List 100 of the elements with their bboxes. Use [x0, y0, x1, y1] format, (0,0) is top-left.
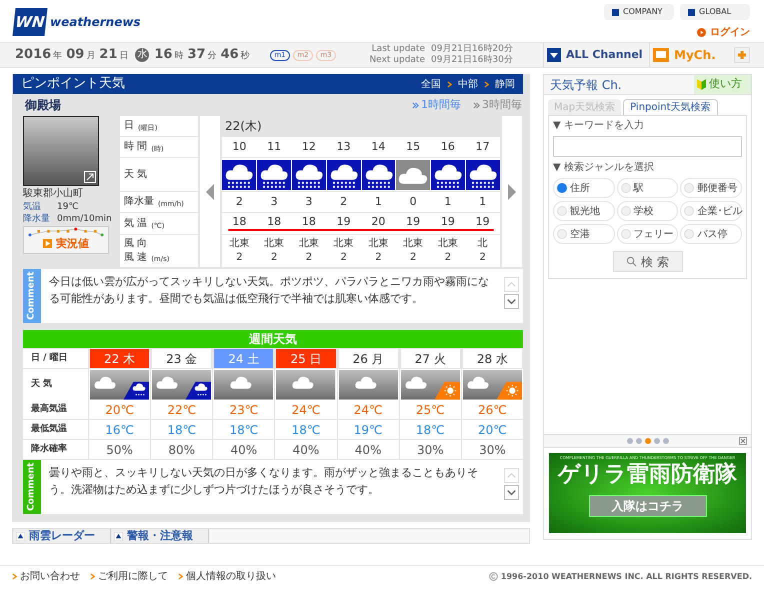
previous-arrow-icon[interactable] — [206, 184, 214, 200]
banner-title: ゲリラ雷雨防衛隊 — [558, 461, 737, 489]
reading-label: 気温 — [23, 202, 42, 212]
cloud-and-sun-icon — [400, 370, 460, 400]
triangle-icon — [16, 532, 25, 540]
low-temperature: 18℃ — [400, 420, 461, 439]
scroll-down-icon[interactable] — [504, 294, 519, 309]
chevron-icon — [12, 573, 17, 580]
clock-number: 37 — [187, 46, 206, 64]
hour-text: 17 — [474, 138, 491, 155]
genre-radio[interactable]: 観光地 — [553, 201, 615, 221]
scroll-down-icon[interactable] — [504, 485, 519, 500]
precipitation-text: 1 — [374, 194, 383, 210]
low-temperature: 20℃ — [462, 420, 523, 439]
header-link[interactable]: COMPANY — [604, 4, 674, 20]
row-label-text: 気 温 — [124, 216, 148, 230]
rain-chance: 40% — [275, 440, 337, 459]
low-temperature: 19℃ — [338, 420, 399, 439]
temperature-text: 18 — [300, 214, 317, 229]
clock-unit: 分 — [208, 50, 217, 64]
hour-text: 12 — [300, 138, 317, 155]
close-icon[interactable] — [739, 437, 747, 445]
row-label-text: 風 速 — [124, 251, 148, 265]
wind-direction: 北東 — [402, 237, 424, 251]
keyword-input[interactable] — [553, 136, 742, 157]
update-label: Next update — [368, 55, 425, 66]
hour-text: 15 — [405, 138, 422, 155]
temperature-text: 19 — [405, 214, 422, 229]
cloud-icon — [276, 370, 336, 400]
header-link[interactable]: GLOBAL — [680, 4, 750, 20]
high-temperature: 20℃ — [89, 400, 150, 419]
logo-mark: WN — [12, 8, 48, 36]
wind-direction: 北東 — [332, 237, 355, 251]
genre-label: ▼ 検索ジャンルを選択 — [553, 160, 655, 175]
double-chevron-icon — [473, 102, 480, 108]
all-channel-button[interactable]: ALL Channel — [543, 43, 649, 67]
precipitation-text: 3 — [270, 194, 279, 210]
hour-text: 16 — [440, 138, 456, 155]
breadcrumb-link[interactable]: 中部 — [458, 76, 478, 92]
triangle-icon — [114, 532, 123, 540]
footer-link[interactable]: お問い合わせ — [12, 569, 80, 584]
row-label-text: 降水量 — [124, 195, 154, 209]
genre-radio[interactable]: 空港 — [553, 224, 615, 244]
bottom-tab[interactable]: 警報・注意報 — [111, 529, 209, 543]
reading-value: 19℃ — [57, 202, 79, 212]
wind-speed: 2 — [478, 251, 487, 265]
footer-link[interactable]: ご利用に際して — [90, 569, 168, 584]
wind-direction: 北 — [476, 237, 489, 251]
help-link[interactable]: 使い方 — [694, 75, 751, 94]
genre-radio[interactable]: バス停 — [680, 224, 742, 244]
keyword-label: ▼ キーワードを入力 — [553, 118, 645, 133]
low-temperature: 18℃ — [275, 420, 337, 439]
breadcrumb-link[interactable]: 全国 — [421, 76, 441, 92]
search-tab[interactable]: Pinpoint天気検索 — [623, 99, 718, 115]
temperature-text: 20 — [370, 214, 386, 229]
row-label: 最高気温 — [23, 400, 88, 419]
double-chevron-icon — [412, 102, 419, 108]
cloud-icon — [214, 370, 274, 400]
hour-text: 13 — [336, 138, 352, 155]
genre-radio[interactable]: フェリー — [616, 224, 678, 244]
day-header: 27 火 — [400, 349, 460, 368]
high-temperature: 24℃ — [275, 400, 337, 419]
genre-radio[interactable]: 駅 — [616, 178, 678, 198]
bottom-tab[interactable]: 雨雲レーダー — [13, 529, 111, 543]
breadcrumb-link[interactable]: 静岡 — [495, 76, 515, 92]
precipitation-text: 1 — [443, 194, 452, 210]
high-temperature: 25℃ — [400, 400, 461, 419]
expand-icon[interactable] — [84, 171, 96, 183]
temperature-text: 19 — [336, 214, 352, 229]
wind-speed: 2 — [304, 251, 314, 265]
chevron-icon — [447, 80, 452, 88]
genre-radio[interactable]: 学校 — [616, 201, 678, 221]
genre-radio[interactable]: 企業･ビル — [680, 201, 742, 221]
copyright-text: 1996-2010 WEATHERNEWS INC. ALL RIGHTS RESERVED. — [500, 570, 752, 582]
precipitation-text: 2 — [339, 194, 348, 210]
temperature-text: 19 — [474, 214, 491, 229]
clock-unit: 秒 — [240, 50, 250, 64]
footer-link[interactable]: 個人情報の取り扱い — [178, 569, 276, 584]
genre-radio[interactable]: 郵便番号 — [680, 178, 742, 198]
comment-text: 今日は低い雲が広がってスッキリしない天気。ポツポツ、パラパラとニワカ雨や霧雨になる可能性があります。昼間でも気温は低空飛行で半袖では肌寒い体感です。 — [48, 274, 490, 307]
row-label: 最低気温 — [23, 420, 88, 439]
rain-chance: 40% — [338, 440, 399, 459]
login-link[interactable]: ログイン — [697, 25, 750, 40]
plus-icon — [737, 50, 747, 60]
chevron-icon — [90, 573, 95, 580]
add-button[interactable] — [734, 47, 750, 63]
clock-unit: 月 — [86, 50, 96, 64]
clock-number: 16 — [154, 46, 172, 64]
search-button[interactable]: 検 索 — [612, 251, 682, 272]
clock-unit: 時 — [174, 50, 184, 64]
next-arrow-icon[interactable] — [508, 184, 516, 200]
clock-number: 09 — [66, 46, 84, 64]
reading-value: 0mm/10min — [57, 214, 112, 224]
genre-radio[interactable]: 住所 — [553, 178, 615, 198]
temperature-text: 19 — [440, 214, 456, 229]
chevron-icon — [178, 573, 183, 580]
wind-speed: 2 — [408, 251, 418, 265]
clock-number: 2016 — [15, 46, 52, 64]
date-text: 22(木) — [225, 118, 262, 135]
cloud-and-rain-icon — [152, 370, 212, 400]
